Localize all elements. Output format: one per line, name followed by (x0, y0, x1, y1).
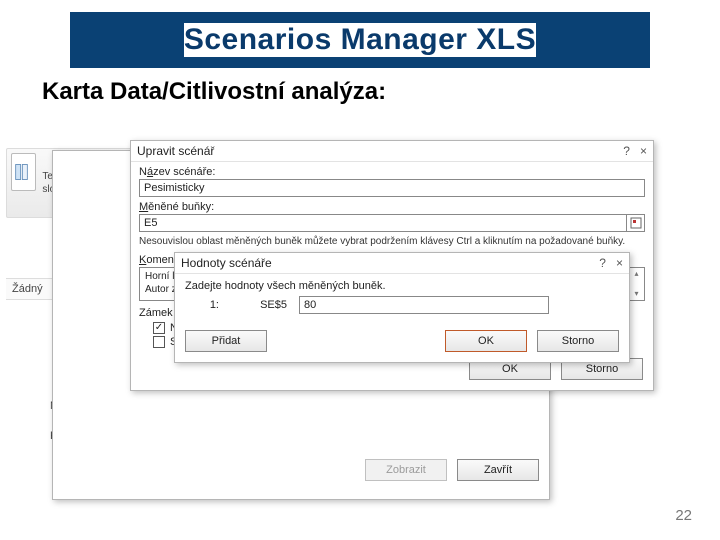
page-number: 22 (675, 507, 692, 524)
scenario-name-label: Název scénáře: (139, 166, 645, 178)
slide-subtitle: Karta Data/Citlivostní analýza: (42, 78, 680, 106)
scenario-values-dialog: Hodnoty scénáře ? × Zadejte hodnoty všec… (174, 252, 630, 363)
close-manager-button[interactable]: Zavřít (457, 459, 539, 481)
add-button[interactable]: Přidat (185, 330, 267, 352)
edit-scenario-title: Upravit scénář (137, 144, 214, 158)
help-icon[interactable]: ? (623, 144, 630, 158)
changing-cells-input[interactable]: E5 (139, 214, 645, 232)
bg-none-label: Žádný (12, 283, 43, 295)
changing-cells-label: Měněné buňky: (139, 201, 645, 213)
scrollbar[interactable]: ▴▾ (628, 268, 644, 300)
close-icon[interactable]: × (616, 256, 623, 270)
value-cell-ref: SE$5 (227, 299, 291, 311)
value-input[interactable]: 80 (299, 296, 549, 314)
chevron-up-icon: ▴ (634, 269, 638, 279)
text-to-columns-icon (11, 153, 36, 191)
values-instruction: Zadejte hodnoty všech měněných buněk. (185, 280, 619, 292)
close-icon[interactable]: × (640, 144, 647, 158)
chevron-down-icon: ▾ (634, 289, 638, 299)
changing-cells-note: Nesouvislou oblast měněných buněk můžete… (139, 236, 645, 248)
values-ok-button[interactable]: OK (445, 330, 527, 352)
value-row-index: 1: (185, 299, 219, 311)
help-icon[interactable]: ? (599, 256, 606, 270)
slide-title: Scenarios Manager XLS (184, 23, 536, 57)
scenario-name-input[interactable]: Pesimisticky (139, 179, 645, 197)
values-cancel-button[interactable]: Storno (537, 330, 619, 352)
show-button: Zobrazit (365, 459, 447, 481)
slide-title-banner: Scenarios Manager XLS (70, 12, 650, 68)
range-select-icon[interactable] (626, 215, 644, 231)
scenario-values-title: Hodnoty scénáře (181, 256, 272, 270)
